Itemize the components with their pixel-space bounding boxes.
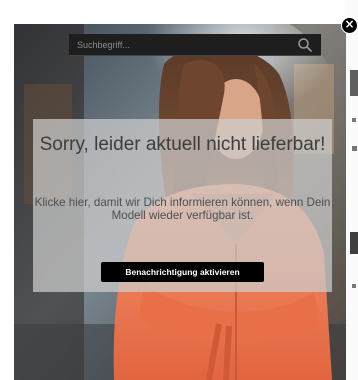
close-icon[interactable]: × <box>341 17 358 34</box>
underlying-page-edge <box>346 0 358 380</box>
activate-notification-button[interactable]: Benachrichtigung aktivieren <box>101 262 264 282</box>
out-of-stock-notice: Sorry, leider aktuell nicht lieferbar! K… <box>33 119 332 292</box>
search-bar <box>69 34 321 56</box>
notice-title: Sorry, leider aktuell nicht lieferbar! <box>39 134 326 155</box>
search-input[interactable] <box>77 37 287 53</box>
page: Sorry, leider aktuell nicht lieferbar! K… <box>0 0 358 380</box>
notice-text[interactable]: Klicke hier, damit wir Dich informieren … <box>33 196 332 222</box>
search-icon[interactable] <box>297 37 313 53</box>
